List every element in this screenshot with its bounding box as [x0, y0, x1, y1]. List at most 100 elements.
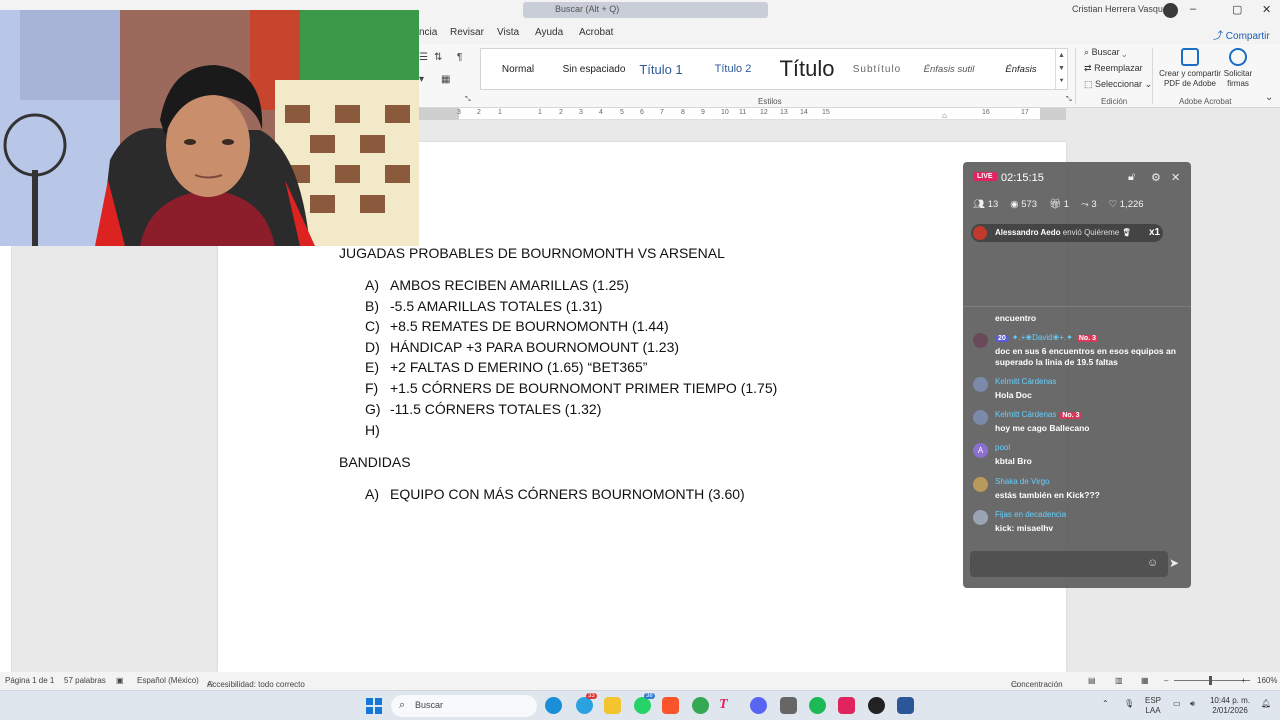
- status-bar: Página 1 de 1 57 palabras ▣ Español (Méx…: [0, 672, 1280, 690]
- share-button[interactable]: ⤴ Compartir: [1213, 27, 1270, 42]
- word-icon[interactable]: [897, 697, 914, 714]
- maximize-icon[interactable]: ▢: [1232, 3, 1242, 16]
- request-signatures-button[interactable]: Solicitar firmas: [1220, 48, 1256, 89]
- calculator-icon[interactable]: [780, 697, 797, 714]
- chat-username[interactable]: 20 ✦.+❀David❀+.✦ No. 3: [995, 333, 1098, 342]
- title-search-input[interactable]: Buscar (Alt + Q): [555, 4, 619, 14]
- page-count[interactable]: Página 1 de 1: [5, 676, 54, 685]
- print-layout-icon[interactable]: ▥: [1115, 676, 1123, 685]
- notifications-icon[interactable]: 🔔︎: [1261, 699, 1271, 709]
- lock-icon[interactable]: 🔓︎: [1128, 171, 1135, 184]
- style-title[interactable]: Título: [777, 49, 837, 89]
- send-icon[interactable]: ➤: [1169, 556, 1179, 570]
- styles-dialog-icon[interactable]: ⤡: [1066, 96, 1072, 104]
- taskbar-search-input[interactable]: Buscar: [415, 700, 443, 710]
- style-subtitle[interactable]: Subtítulo: [837, 49, 917, 89]
- chat-username[interactable]: Fijas en decadencia: [995, 510, 1066, 519]
- tab-view[interactable]: Vista: [497, 27, 519, 38]
- create-pdf-button[interactable]: Crear y compartir PDF de Adobe: [1157, 48, 1223, 89]
- tab-acrobat[interactable]: Acrobat: [579, 27, 613, 38]
- account-user-name[interactable]: Cristian Herrera Vasquez: [1072, 4, 1172, 14]
- chrome-icon[interactable]: [692, 697, 709, 714]
- chat-input[interactable]: [970, 551, 1168, 577]
- whatsapp-icon[interactable]: [634, 697, 651, 714]
- discord-icon[interactable]: [750, 697, 767, 714]
- gift-icon: 🎁︎: [1049, 199, 1062, 210]
- zoom-thumb[interactable]: [1209, 676, 1212, 685]
- style-subtle-emphasis[interactable]: Énfasis sutil: [917, 49, 981, 89]
- chat-username[interactable]: Shaka de Virgo: [995, 477, 1050, 486]
- proofing-icon[interactable]: ▣: [116, 676, 124, 685]
- viewers-count: 573: [1021, 199, 1038, 210]
- list-text: +8.5 REMATES DE BOURNOMONTH (1.44): [390, 318, 669, 334]
- live-stats: 👥︎ 13 ◉ 573 🎁︎ 1 ⤳ 3 ♡ 1,226: [973, 199, 1144, 210]
- ribbon-collapse-icon[interactable]: ⌄: [1265, 92, 1273, 103]
- microphone-icon[interactable]: 🎙︎: [1124, 699, 1134, 709]
- gallery-up-icon[interactable]: ▲: [1056, 49, 1067, 62]
- language-status[interactable]: Español (México): [137, 676, 199, 685]
- gallery-more-icon[interactable]: ⯆: [1056, 75, 1067, 88]
- style-emphasis[interactable]: Énfasis: [981, 49, 1061, 89]
- numbering-icon[interactable]: ☰: [419, 52, 428, 63]
- read-mode-icon[interactable]: ▤: [1088, 676, 1096, 685]
- zoom-in-icon[interactable]: +: [1241, 676, 1246, 685]
- replace-label: Reemplazar: [1094, 63, 1143, 73]
- language-indicator[interactable]: ESP LAA: [1145, 696, 1161, 716]
- obs-icon[interactable]: [868, 697, 885, 714]
- pilcrow-icon[interactable]: ¶: [457, 52, 462, 63]
- account-avatar[interactable]: [1163, 3, 1178, 18]
- vertical-ruler[interactable]: [0, 246, 12, 672]
- tab-help[interactable]: Ayuda: [535, 27, 563, 38]
- minimize-icon[interactable]: –: [1190, 3, 1196, 15]
- chat-username[interactable]: Kelmitt Cárdenas: [995, 377, 1056, 386]
- paragraph-dialog-icon[interactable]: ⤡: [465, 96, 471, 104]
- zoom-out-icon[interactable]: –: [1164, 676, 1168, 685]
- gifts-stat: 🎁︎ 1: [1049, 199, 1069, 210]
- file-explorer-icon[interactable]: [604, 697, 621, 714]
- borders-icon[interactable]: ▦: [441, 74, 450, 85]
- title-search-box[interactable]: Buscar (Alt + Q): [523, 2, 768, 18]
- gallery-scroll[interactable]: ▲ ▼ ⯆: [1055, 49, 1067, 89]
- select-button[interactable]: ⬚ Seleccionar ⌄: [1084, 79, 1152, 90]
- zoom-level[interactable]: 160%: [1257, 676, 1277, 685]
- indent-marker-icon[interactable]: ⌂: [942, 111, 947, 120]
- replace-button[interactable]: ⇄ Reemplazar: [1084, 63, 1143, 74]
- shading-icon[interactable]: ▾: [419, 74, 424, 85]
- tiktok-studio-icon[interactable]: T: [719, 697, 736, 714]
- tray-chevron-icon[interactable]: ⌃: [1102, 699, 1109, 709]
- chat-username[interactable]: pool: [995, 443, 1010, 452]
- style-heading2[interactable]: Título 2: [689, 49, 777, 89]
- close-window-icon[interactable]: ✕: [1262, 3, 1271, 16]
- network-icon[interactable]: ▭: [1173, 699, 1181, 709]
- word-count[interactable]: 57 palabras: [64, 676, 106, 685]
- horizontal-ruler[interactable]: 3 2 1 1 2 3 4 5 6 7 8 9 10 11 12 13 14 1…: [419, 108, 1066, 120]
- spotify-icon[interactable]: [809, 697, 826, 714]
- gear-icon[interactable]: ⚙︎: [1151, 171, 1161, 184]
- gallery-down-icon[interactable]: ▼: [1056, 62, 1067, 75]
- ruler-number: 13: [780, 109, 788, 116]
- edge-icon[interactable]: [545, 697, 562, 714]
- find-button[interactable]: ⌕ Buscar ⌄: [1084, 47, 1126, 58]
- style-heading1[interactable]: Título 1: [633, 49, 689, 89]
- style-no-spacing[interactable]: Sin espaciado: [555, 49, 633, 89]
- chat-username[interactable]: Kelmitt Cárdenas No. 3: [995, 410, 1082, 419]
- zoom-slider[interactable]: [1174, 680, 1250, 681]
- eye-icon: ◉: [1010, 199, 1019, 210]
- telegram-icon[interactable]: [576, 697, 593, 714]
- brave-icon[interactable]: [662, 697, 679, 714]
- web-layout-icon[interactable]: ▦: [1141, 676, 1149, 685]
- windows-start-icon[interactable]: [366, 698, 382, 714]
- tiktok-icon[interactable]: [838, 697, 855, 714]
- taskbar-search[interactable]: ⌕ Buscar: [391, 695, 537, 717]
- sort-icon[interactable]: ⇅: [434, 52, 442, 63]
- style-normal[interactable]: Normal: [481, 49, 555, 89]
- share-label: Compartir: [1225, 31, 1270, 42]
- ruler-number: 16: [982, 109, 990, 116]
- tab-references[interactable]: ncia: [419, 27, 437, 38]
- clock[interactable]: 10:44 p. m. 2/01/2026: [1208, 696, 1252, 716]
- shares-count: 3: [1091, 199, 1097, 210]
- tab-review[interactable]: Revisar: [450, 27, 484, 38]
- emoji-icon[interactable]: ☺: [1147, 557, 1158, 569]
- close-icon[interactable]: ✕: [1171, 171, 1180, 184]
- volume-icon[interactable]: 🔊︎: [1190, 699, 1195, 709]
